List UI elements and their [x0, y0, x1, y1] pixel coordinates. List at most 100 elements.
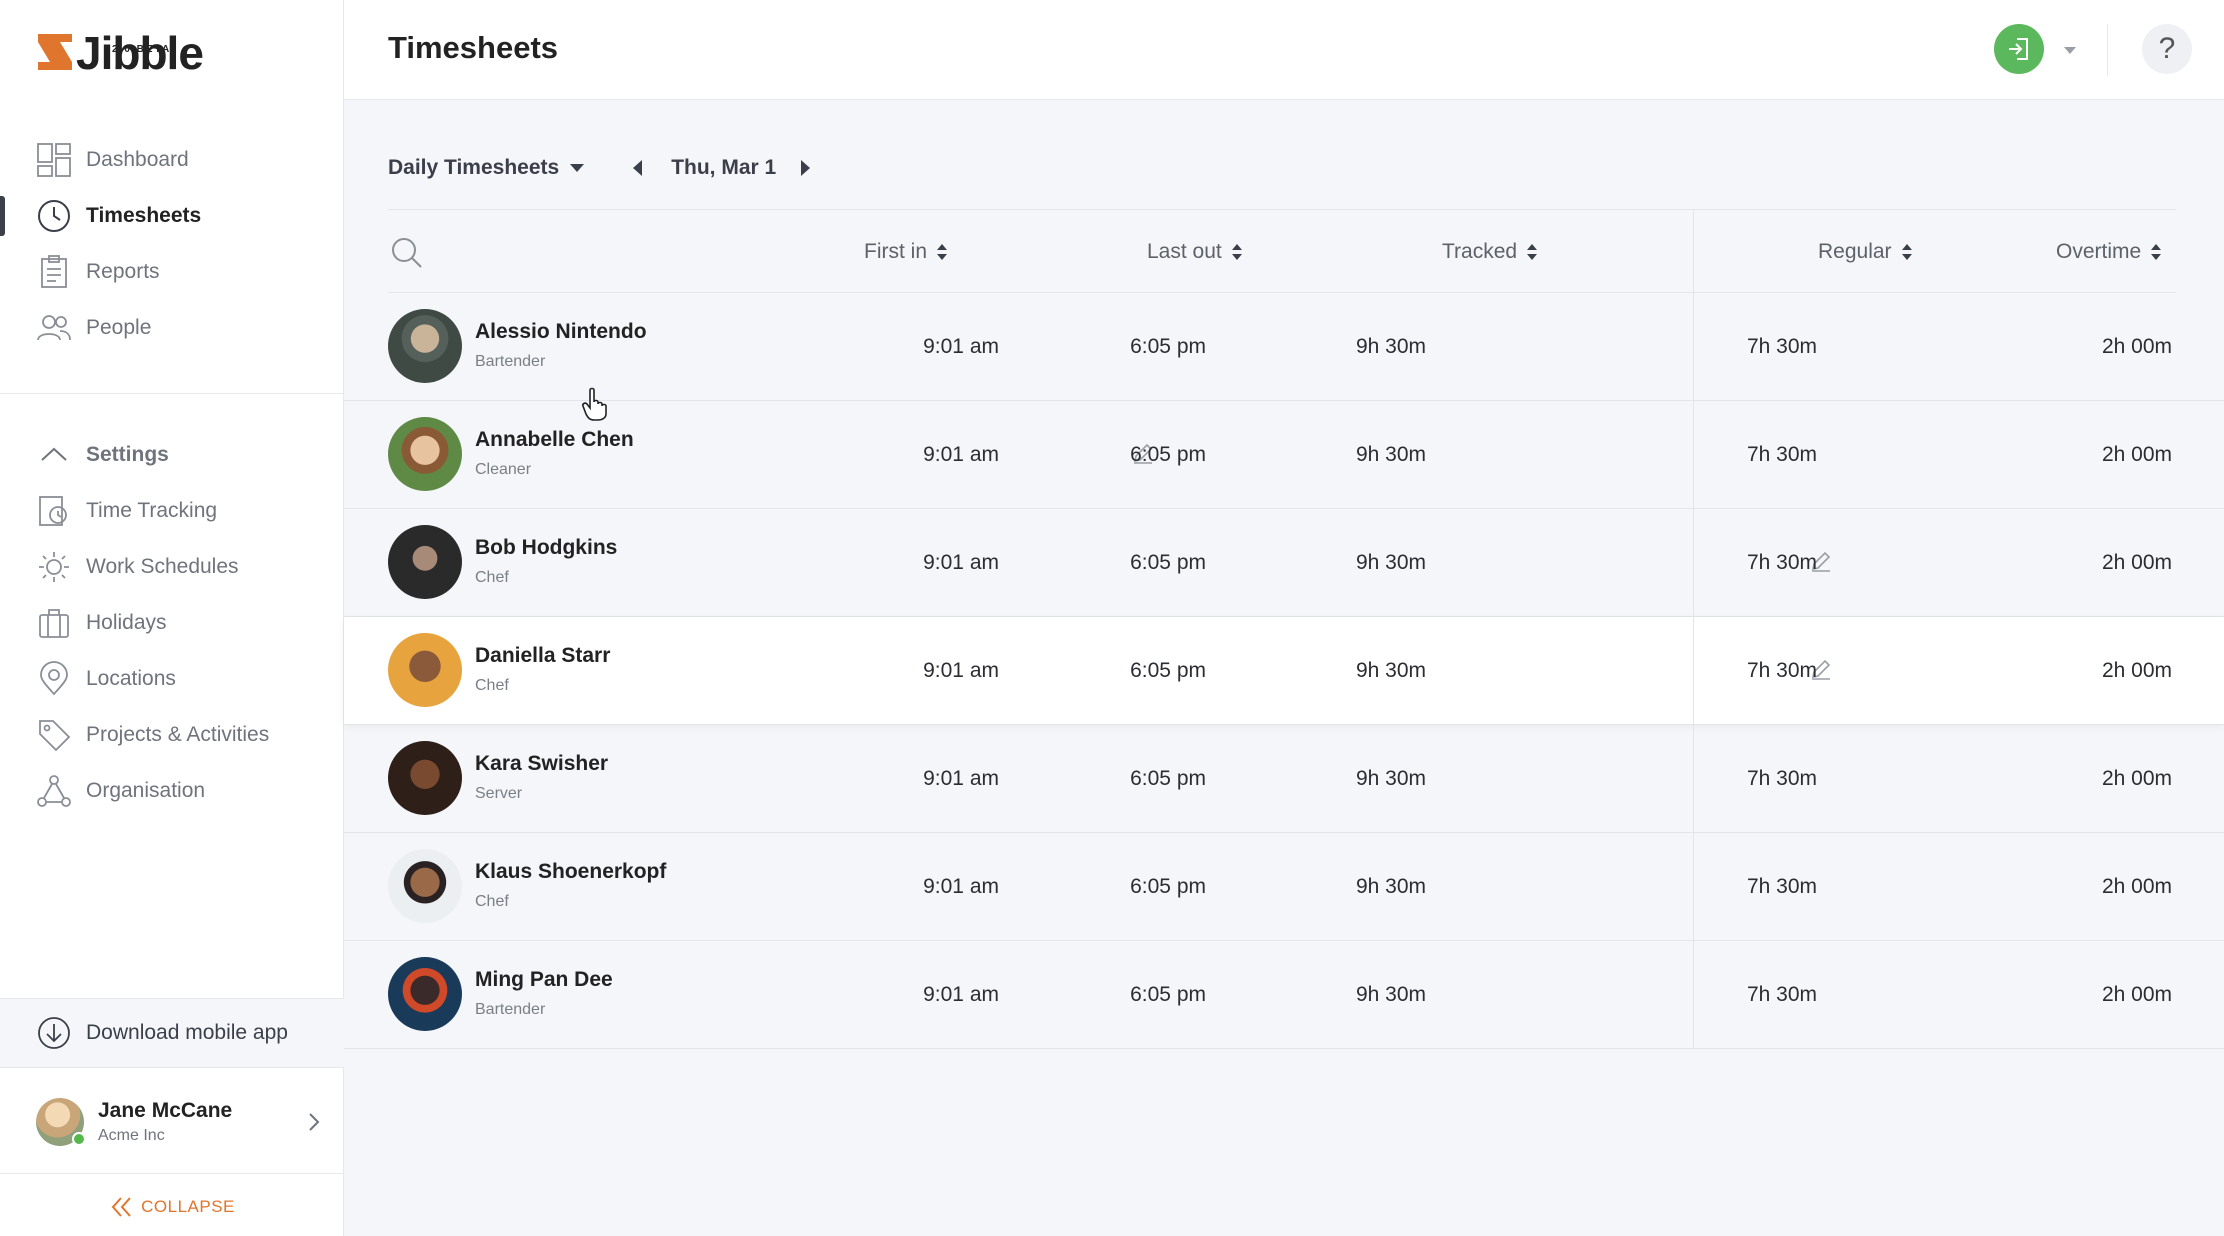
sidebar-item-label: Time Tracking — [86, 499, 218, 522]
clipboard-icon — [36, 254, 72, 290]
collapse-button[interactable]: COLLAPSE — [0, 1190, 344, 1224]
person-name[interactable]: Alessio Nintendo — [475, 320, 647, 344]
nav-divider — [0, 393, 344, 394]
last-out-cell[interactable]: 6:05 pm — [1130, 551, 1206, 575]
sidebar-item-timesheets[interactable]: Timesheets — [0, 188, 344, 244]
user-org: Acme Inc — [98, 1126, 165, 1144]
person-name[interactable]: Daniella Starr — [475, 644, 610, 668]
top-bar: Timesheets ? — [344, 0, 2224, 100]
location-pin-icon — [36, 661, 72, 697]
table-row[interactable]: Daniella Starr Chef 9:01 am 6:05 pm 9h 3… — [344, 617, 2224, 725]
person-role: Bartender — [475, 353, 546, 370]
help-button[interactable]: ? — [2142, 24, 2192, 74]
last-out-cell[interactable]: 6:05 pm — [1130, 983, 1206, 1007]
previous-day-button[interactable] — [627, 157, 649, 179]
regular-cell: 7h 30m — [1746, 443, 1817, 466]
last-out-cell[interactable]: 6:05 pm — [1130, 767, 1206, 791]
table-header: First in Last out Tracked Regular Overti… — [388, 209, 2176, 293]
sidebar-item-time-tracking[interactable]: Time Tracking — [0, 483, 344, 539]
column-label: Tracked — [1442, 240, 1518, 263]
last-out-cell[interactable]: 6:05 pm — [1130, 443, 1206, 467]
header-divider — [2107, 24, 2108, 76]
next-day-button[interactable] — [794, 157, 816, 179]
first-in-cell[interactable]: 9:01 am — [923, 659, 999, 683]
view-selector[interactable]: Daily Timesheets — [388, 156, 587, 180]
first-in-cell[interactable]: 9:01 am — [923, 767, 999, 791]
sidebar-item-reports[interactable]: Reports — [0, 244, 344, 300]
download-mobile-app[interactable]: Download mobile app — [0, 998, 344, 1068]
regular-cell: 7h 30m — [1746, 983, 1817, 1006]
first-in-cell[interactable]: 9:01 am — [923, 875, 999, 899]
regular-cell: 7h 30m — [1746, 551, 1817, 574]
person-name[interactable]: Kara Swisher — [475, 752, 608, 776]
sidebar-item-locations[interactable]: Locations — [0, 651, 344, 707]
table-row[interactable]: Kara Swisher Server 9:01 am 6:05 pm 9h 3… — [344, 725, 2224, 833]
time-tracking-icon — [36, 493, 72, 529]
column-overtime[interactable]: Overtime — [2056, 240, 2163, 264]
sidebar-item-projects-activities[interactable]: Projects & Activities — [0, 707, 344, 763]
column-label: Overtime — [2056, 240, 2142, 263]
search-icon[interactable] — [390, 236, 424, 270]
overtime-cell: 2h 00m — [2101, 983, 2172, 1006]
column-last-out[interactable]: Last out — [1147, 240, 1244, 264]
sidebar-item-label: Holidays — [86, 611, 167, 634]
sidebar: Jibble 2.0 BETA Dashboard Timesheets Rep… — [0, 0, 344, 1236]
person-name[interactable]: Bob Hodgkins — [475, 536, 617, 560]
download-label: Download mobile app — [86, 1021, 288, 1044]
person-name[interactable]: Annabelle Chen — [475, 428, 634, 452]
person-name[interactable]: Klaus Shoenerkopf — [475, 860, 666, 884]
date-navigator: Thu, Mar 1 — [627, 156, 816, 180]
person-name[interactable]: Ming Pan Dee — [475, 968, 613, 992]
column-first-in[interactable]: First in — [864, 240, 949, 264]
current-date[interactable]: Thu, Mar 1 — [671, 156, 776, 180]
tracked-cell: 9h 30m — [1355, 875, 1426, 898]
column-tracked[interactable]: Tracked — [1442, 240, 1539, 264]
sort-icon — [1527, 244, 1538, 260]
sidebar-item-label: Reports — [86, 260, 160, 283]
tracked-cell: 9h 30m — [1355, 335, 1426, 358]
table-row[interactable]: Annabelle Chen Cleaner 9:01 am 6:05 pm 9… — [344, 401, 2224, 509]
last-out-cell[interactable]: 6:05 pm — [1130, 659, 1206, 683]
first-in-cell[interactable]: 9:01 am — [923, 983, 999, 1007]
table-row[interactable]: Ming Pan Dee Bartender 9:01 am 6:05 pm 9… — [344, 941, 2224, 1049]
first-in-cell[interactable]: 9:01 am — [923, 551, 999, 575]
sidebar-item-organisation[interactable]: Organisation — [0, 763, 344, 819]
avatar — [388, 633, 462, 707]
sidebar-item-people[interactable]: People — [0, 300, 344, 356]
dashboard-icon — [36, 142, 72, 178]
last-out-cell[interactable]: 6:05 pm — [1130, 875, 1206, 899]
avatar — [388, 741, 462, 815]
user-profile[interactable]: Jane McCane Acme Inc — [0, 1070, 344, 1174]
first-in-cell[interactable]: 9:01 am — [923, 335, 999, 359]
sort-icon — [937, 244, 947, 260]
overtime-cell: 2h 00m — [2101, 551, 2172, 574]
collapse-label: COLLAPSE — [141, 1197, 235, 1216]
avatar — [388, 309, 462, 383]
sidebar-item-holidays[interactable]: Holidays — [0, 595, 344, 651]
view-selector-label: Daily Timesheets — [388, 156, 560, 179]
table-row[interactable]: Alessio Nintendo Bartender 9:01 am 6:05 … — [344, 293, 2224, 401]
caret-down-icon — [570, 164, 585, 172]
chevron-up-icon — [36, 437, 72, 473]
clock-in-button[interactable] — [1994, 24, 2044, 74]
logo-badge: 2.0 BETA — [112, 44, 172, 55]
sort-icon — [1231, 244, 1242, 260]
caret-down-icon[interactable] — [2060, 40, 2080, 60]
last-out-cell[interactable]: 6:05 pm — [1130, 335, 1206, 359]
person-role: Chef — [475, 569, 509, 586]
table-row[interactable]: Klaus Shoenerkopf Chef 9:01 am 6:05 pm 9… — [344, 833, 2224, 941]
column-divider — [1693, 209, 1694, 1049]
regular-cell: 7h 30m — [1746, 767, 1817, 790]
regular-cell: 7h 30m — [1746, 335, 1817, 358]
overtime-cell: 2h 00m — [2101, 767, 2172, 790]
first-in-cell[interactable]: 9:01 am — [923, 443, 999, 467]
column-regular[interactable]: Regular — [1818, 240, 1914, 264]
person-role: Server — [475, 785, 523, 802]
table-row[interactable]: Bob Hodgkins Chef 9:01 am 6:05 pm 9h 30m… — [344, 509, 2224, 617]
jibble-logo-icon — [38, 34, 72, 70]
overtime-cell: 2h 00m — [2101, 335, 2172, 358]
settings-nav: Settings Time Tracking Work Schedules Ho… — [0, 427, 344, 819]
sidebar-item-work-schedules[interactable]: Work Schedules — [0, 539, 344, 595]
sidebar-item-dashboard[interactable]: Dashboard — [0, 132, 344, 188]
settings-toggle[interactable]: Settings — [0, 427, 344, 483]
